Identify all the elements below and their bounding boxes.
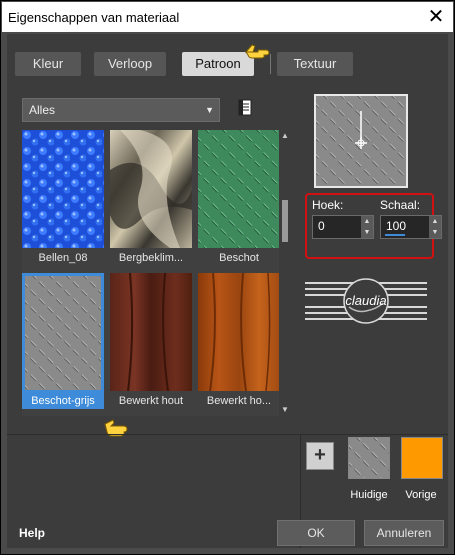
scroll-down-icon[interactable]: ▼ [279, 404, 291, 416]
watermark-text: claudia [345, 293, 386, 308]
title-bar: Eigenschappen van materiaal ✕ [2, 2, 453, 32]
angle-spinner[interactable]: 0 ▲ ▼ [312, 215, 374, 239]
scroll-up-icon[interactable]: ▲ [279, 130, 291, 142]
current-swatch[interactable] [348, 437, 390, 479]
pattern-label: Beschot [219, 252, 259, 264]
pattern-grid: Bellen_08 Bergbeklim... Beschot Beschot-… [22, 130, 280, 416]
pattern-label: Bewerkt hout [118, 395, 184, 407]
previous-swatch[interactable] [401, 437, 443, 479]
pattern-library-icon[interactable] [235, 97, 255, 119]
tab-textuur[interactable]: Textuur [277, 52, 353, 76]
previous-swatch-label: Vorige [405, 489, 437, 501]
pattern-item[interactable]: Bellen_08 [22, 130, 104, 266]
scroll-thumb[interactable] [282, 200, 288, 242]
pattern-item[interactable]: Beschot [198, 130, 280, 266]
scale-level-bar [385, 234, 405, 236]
pattern-thumbnail [198, 130, 280, 248]
window-title: Eigenschappen van materiaal [8, 10, 180, 25]
scale-value: 100 [386, 219, 407, 233]
pattern-thumbnail [198, 273, 280, 391]
pattern-thumbnail [110, 130, 192, 248]
material-properties-dialog: Eigenschappen van materiaal ✕ Kleur Verl… [0, 0, 455, 555]
pattern-label: Bellen_08 [38, 252, 88, 264]
bottom-divider [7, 434, 448, 435]
tab-verloop[interactable]: Verloop [94, 52, 166, 76]
ok-button[interactable]: OK [277, 520, 355, 546]
angle-stepper[interactable]: ▲ ▼ [361, 216, 373, 238]
pattern-item[interactable]: Bewerkt ho... [198, 273, 280, 409]
scale-label: Schaal: [380, 198, 421, 212]
tab-kleur[interactable]: Kleur [15, 52, 81, 76]
scale-increment-icon[interactable]: ▲ [429, 216, 441, 227]
scale-spinner[interactable]: 100 ▲ ▼ [380, 215, 442, 239]
claudia-watermark-logo: claudia [305, 278, 427, 324]
scale-decrement-icon[interactable]: ▼ [429, 227, 441, 238]
current-swatch-label: Huidige [350, 489, 388, 501]
category-select-value: Alles [29, 103, 56, 117]
angle-label: Hoek: [312, 198, 344, 212]
pattern-thumbnail [110, 273, 192, 391]
close-icon[interactable]: ✕ [425, 6, 447, 28]
category-select[interactable]: Alles ▼ [22, 98, 220, 122]
scale-stepper[interactable]: ▲ ▼ [429, 216, 441, 238]
cancel-button[interactable]: Annuleren [364, 520, 444, 546]
angle-value: 0 [318, 219, 325, 233]
pattern-label: Beschot-grijs [31, 395, 95, 407]
pattern-item[interactable]: Bewerkt hout [110, 273, 192, 409]
pattern-label: Bewerkt ho... [206, 395, 272, 407]
pattern-label: Bergbeklim... [118, 252, 184, 264]
dialog-body: Kleur Verloop Patroon Textuur Alles ▼ Be… [7, 34, 448, 548]
add-to-swatches-button[interactable]: + [306, 442, 334, 470]
pattern-preview[interactable] [314, 94, 408, 188]
pointing-hand-icon [104, 419, 128, 437]
angle-increment-icon[interactable]: ▲ [361, 216, 373, 227]
pattern-scrollbar[interactable]: ▲ ▼ [279, 130, 291, 416]
tab-divider [270, 54, 271, 74]
pattern-item[interactable]: Bergbeklim... [110, 130, 192, 266]
angle-decrement-icon[interactable]: ▼ [361, 227, 373, 238]
help-link[interactable]: Help [19, 526, 45, 540]
pattern-thumbnail [22, 130, 104, 248]
chevron-down-icon: ▼ [205, 105, 214, 115]
pattern-thumbnail [25, 276, 101, 390]
pattern-item-selected[interactable]: Beschot-grijs [22, 273, 104, 409]
pointing-hand-icon [244, 44, 270, 59]
